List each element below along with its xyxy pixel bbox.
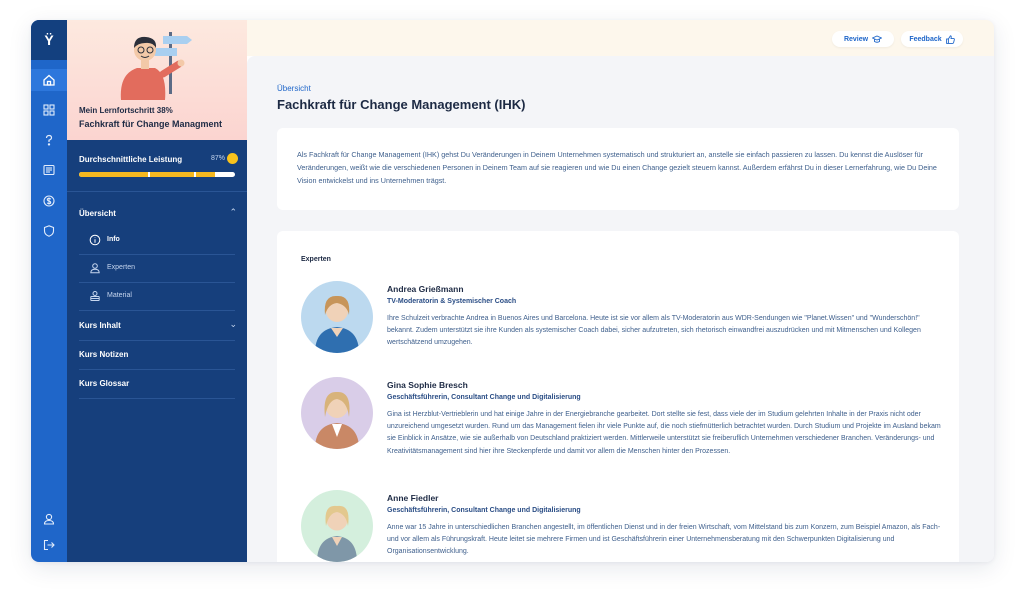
expert-name: Gina Sophie Bresch bbox=[387, 380, 468, 390]
logout-icon[interactable] bbox=[31, 534, 67, 556]
nav-section-course-content[interactable]: Kurs Inhalt ⌄ bbox=[67, 312, 247, 340]
divider bbox=[79, 310, 235, 311]
nav-item-info[interactable]: Info bbox=[67, 226, 247, 254]
intro-text: Als Fachkraft für Change Management (IHK… bbox=[297, 150, 937, 185]
performance-label: Durchschnittliche Leistung bbox=[79, 155, 183, 164]
dollar-icon[interactable] bbox=[31, 190, 67, 212]
page-title: Fachkraft für Change Management (IHK) bbox=[277, 97, 526, 112]
feedback-label: Feedback bbox=[909, 35, 942, 43]
nav-section-label: Kurs Notizen bbox=[79, 350, 129, 359]
hero-illustration bbox=[120, 32, 192, 100]
nav-section-overview[interactable]: Übersicht ⌃ bbox=[67, 200, 247, 228]
breadcrumb[interactable]: Übersicht bbox=[277, 84, 311, 93]
content-panel: Übersicht Fachkraft für Change Managemen… bbox=[247, 56, 994, 562]
performance-bar bbox=[79, 172, 235, 177]
nav-item-label: Material bbox=[107, 292, 132, 299]
review-label: Review bbox=[843, 35, 869, 43]
nav-section-label: Übersicht bbox=[79, 209, 116, 218]
nav-item-label: Experten bbox=[107, 264, 136, 271]
icon-rail: Ÿ bbox=[31, 20, 67, 562]
thumbs-up-icon bbox=[945, 34, 955, 44]
nav-item-experts[interactable]: Experten bbox=[67, 254, 247, 282]
performance-panel: Durchschnittliche Leistung 87% bbox=[67, 140, 247, 192]
nav-item-material[interactable]: Material bbox=[67, 282, 247, 310]
nav-section-label: Kurs Inhalt bbox=[79, 321, 121, 330]
main-area: Übersicht Fachkraft für Change Managemen… bbox=[247, 56, 994, 562]
home-icon[interactable] bbox=[31, 69, 67, 91]
learning-progress-label: Mein Lernfortschritt 38% bbox=[79, 106, 173, 115]
question-icon[interactable] bbox=[31, 129, 67, 151]
user-icon bbox=[89, 261, 101, 274]
course-sidebar: Mein Lernfortschritt 38% Fachkraft für C… bbox=[67, 20, 247, 562]
app-window: Ÿ Mein Lernfortschritt 38% Fachkraft für… bbox=[31, 20, 994, 562]
review-button[interactable]: Review bbox=[832, 31, 894, 47]
experts-card: Experten Andrea Grießmann TV-Moderatorin… bbox=[277, 231, 959, 562]
expert-role: Geschäftsführerin, Consultant Change und… bbox=[387, 507, 581, 514]
grid-icon[interactable] bbox=[31, 99, 67, 121]
divider bbox=[79, 398, 235, 399]
user-icon[interactable] bbox=[31, 508, 67, 530]
nav-section-course-glossary[interactable]: Kurs Glossar bbox=[67, 370, 247, 398]
expert-bio: Ihre Schulzeit verbrachte Andrea in Buen… bbox=[387, 315, 921, 347]
expert-name: Anne Fiedler bbox=[387, 493, 439, 503]
bar-segment-divider bbox=[194, 172, 196, 177]
avatar bbox=[301, 281, 373, 353]
top-bar: Review Feedback bbox=[247, 20, 994, 56]
chevron-down-icon: ⌄ bbox=[229, 319, 237, 329]
performance-value: 87% bbox=[210, 155, 225, 162]
experts-heading: Experten bbox=[301, 256, 331, 263]
course-hero: Mein Lernfortschritt 38% Fachkraft für C… bbox=[67, 20, 247, 140]
nav-section-label: Kurs Glossar bbox=[79, 379, 130, 388]
nav-section-course-notes[interactable]: Kurs Notizen bbox=[67, 341, 247, 369]
material-icon bbox=[89, 289, 101, 301]
avatar bbox=[301, 490, 373, 562]
review-icon bbox=[872, 35, 883, 43]
shield-icon[interactable] bbox=[31, 220, 67, 242]
expert-name: Andrea Grießmann bbox=[387, 284, 464, 294]
nav-item-label: Info bbox=[107, 236, 120, 243]
chevron-up-icon: ⌃ bbox=[229, 207, 237, 217]
expert-bio: Gina ist Herzblut-Vertrieblerin und hat … bbox=[387, 411, 941, 455]
course-title: Fachkraft für Change Managment bbox=[79, 119, 223, 129]
notes-icon[interactable] bbox=[31, 159, 67, 181]
intro-card: Als Fachkraft für Change Management (IHK… bbox=[277, 128, 959, 210]
feedback-button[interactable]: Feedback bbox=[901, 31, 963, 47]
avatar bbox=[301, 377, 373, 449]
expert-role: Geschäftsführerin, Consultant Change und… bbox=[387, 394, 581, 401]
sun-icon bbox=[227, 153, 238, 164]
info-icon bbox=[89, 233, 101, 246]
logo[interactable]: Ÿ bbox=[31, 20, 67, 60]
expert-role: TV-Moderatorin & Systemischer Coach bbox=[387, 298, 517, 305]
bar-segment-divider bbox=[148, 172, 150, 177]
expert-bio: Anne war 15 Jahre in unterschiedlichen B… bbox=[387, 524, 941, 556]
